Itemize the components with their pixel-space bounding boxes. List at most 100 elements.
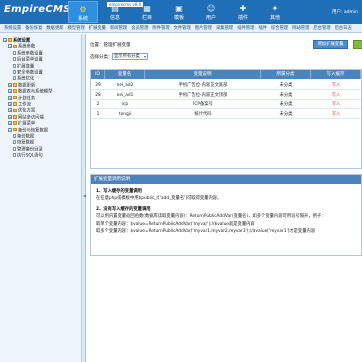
expand-toggle-icon[interactable]: +: [8, 121, 12, 126]
sidebar-item[interactable]: 系统参数设置: [13, 50, 43, 57]
submenu-item[interactable]: 文件管理: [174, 25, 191, 32]
tips-title: 扩展变量调用说明: [91, 175, 361, 184]
collapse-arrow-icon[interactable]: ◀: [83, 193, 86, 198]
tip-text: 取单个变量内容：$value=ReturnPublicAddVar('myvar…: [96, 222, 255, 227]
folder-icon: [13, 127, 17, 132]
sidebar-item[interactable]: 执行SQL语句: [13, 153, 43, 159]
sidebar-item[interactable]: 安全参数设置: [13, 70, 43, 76]
expand-toggle-icon[interactable]: +: [8, 102, 12, 106]
sidebar-item[interactable]: 备份数据: [13, 134, 34, 140]
sidebar-item[interactable]: − 备份与恢复数据: [8, 127, 49, 134]
submenu-item[interactable]: 模型管理: [68, 25, 85, 32]
write-cache-link[interactable]: 写入: [311, 110, 361, 119]
sidebar-item[interactable]: + 网站多访问端: [8, 114, 44, 121]
submenu-item[interactable]: 扩展变量: [89, 25, 106, 32]
sidebar-item[interactable]: + 计划任务: [8, 95, 35, 102]
table-cell: 未分类: [261, 110, 311, 119]
sidebar-item[interactable]: 系统优化: [13, 76, 34, 82]
submenu-item[interactable]: 会员管理: [131, 25, 148, 32]
nav-tab-5[interactable]: ✚ 插件: [228, 1, 258, 23]
table-cell: 统计代码: [145, 110, 261, 119]
folder-icon: [13, 108, 17, 113]
sidebar-item[interactable]: − 系统设置: [3, 38, 30, 44]
other-icon: ✦: [271, 4, 279, 13]
write-cache-link[interactable]: 写入: [311, 91, 361, 100]
expand-toggle-icon[interactable]: +: [8, 82, 12, 87]
sidebar-item-label: 执行SQL语句: [17, 153, 43, 159]
document-icon: [13, 63, 16, 68]
column-header: 变量说明: [145, 70, 261, 79]
sidebar-item-label: 管理备份目录: [17, 147, 43, 153]
nav-tab-3[interactable]: ▣ 模板: [164, 1, 194, 23]
logo: EmpireCMS: [4, 4, 71, 15]
nav-tab-1[interactable]: ▤ 信息: [100, 1, 130, 23]
submenu-item[interactable]: 网站管理: [292, 25, 309, 32]
nav-tab-4[interactable]: ☺ 用户: [196, 1, 226, 23]
sidebar-item[interactable]: + 扩展菜单: [8, 121, 35, 127]
expand-toggle-icon[interactable]: +: [8, 114, 12, 119]
user-icon: ☺: [206, 4, 216, 13]
sidebar: − 系统设置 − 系统参数 系统参数设置 后台菜单设置 扩展变量 安全参数设置 系统优化 + 数据更…: [0, 34, 82, 362]
top-header: EmpireCMS empirecms v8.0 ⚙ 系统 ▤ 信息 ▦ 栏目 ▣ 模板 ☺ 用户…: [0, 0, 362, 24]
sidebar-item[interactable]: + 数据更新: [8, 82, 35, 89]
category-select-label: 选择分类：: [90, 55, 113, 60]
sidebar-toggle[interactable]: [82, 34, 86, 362]
submenu-item[interactable]: 备份恢复: [25, 25, 42, 32]
document-icon: [13, 153, 16, 158]
sidebar-item-label: 系统参数: [18, 44, 36, 50]
nav-tab-0[interactable]: ⚙ 系统: [68, 1, 98, 23]
nav-tab-2[interactable]: ▦ 栏目: [132, 1, 162, 23]
sidebar-item-label: 扩展变量: [17, 64, 35, 70]
variable-table: 1 ID变量名变量说明所属分类写入缓存 29nei_ad2手机广告位-内容正文底部…: [90, 69, 362, 200]
submenu-item[interactable]: 插件: [258, 25, 267, 32]
write-cache-link[interactable]: 写入: [311, 100, 361, 109]
folder-icon: [13, 95, 17, 100]
folder-icon: [13, 44, 17, 49]
submenu-item[interactable]: 插件管理: [237, 25, 254, 32]
submenu-item[interactable]: 综合管理: [271, 25, 288, 32]
submenu-item[interactable]: 图片管理: [195, 25, 212, 32]
expand-toggle-icon[interactable]: +: [8, 89, 12, 94]
expand-toggle-icon[interactable]: +: [8, 108, 12, 113]
submenu-item[interactable]: 系统设置: [4, 25, 21, 32]
sidebar-item[interactable]: + 优化方案: [8, 108, 35, 114]
sidebar-item[interactable]: − 系统参数: [8, 44, 35, 50]
column-header: 所属分类: [261, 70, 311, 79]
folder-icon: [13, 89, 17, 93]
tip-text: 可以用内置变量返回函数(数据库读取变量内容)：ReturnPublicAddVa…: [96, 214, 326, 219]
nav-tab-6[interactable]: ✦ 其他: [260, 1, 290, 23]
submenu-item[interactable]: 附件管理: [152, 25, 169, 32]
expand-toggle-icon[interactable]: −: [8, 44, 12, 49]
submenu-item[interactable]: 数据更新: [46, 25, 63, 32]
info-icon: ▤: [111, 4, 119, 13]
submenu-item[interactable]: 采集管理: [216, 25, 233, 32]
sidebar-item[interactable]: + 数据表与系统模型: [8, 89, 52, 95]
document-icon: [13, 134, 16, 138]
add-variable-button[interactable]: 增加扩展变量: [313, 40, 348, 49]
table-cell: 29: [91, 81, 105, 90]
submenu-item[interactable]: 新闻管理: [110, 25, 127, 32]
user-info[interactable]: 用户: admin: [332, 9, 358, 15]
extra-button[interactable]: [353, 40, 362, 49]
expand-toggle-icon[interactable]: −: [8, 127, 12, 132]
sidebar-item[interactable]: 扩展变量: [13, 63, 35, 70]
submenu-item[interactable]: 后台日志: [335, 25, 352, 32]
expand-toggle-icon[interactable]: −: [3, 38, 7, 42]
table-cell: icp: [105, 100, 145, 109]
table-cell: ICP备案号: [145, 100, 261, 109]
sidebar-item-label: 系统参数设置: [17, 51, 43, 57]
category-select[interactable]: 显示所有分类 ▾: [112, 53, 148, 60]
sidebar-item-label: 备份与恢复数据: [18, 128, 49, 134]
folder-icon: [13, 83, 17, 87]
sidebar-item[interactable]: 管理备份目录: [13, 146, 43, 153]
submenu-item[interactable]: 后台管理: [313, 25, 330, 32]
table-cell: 手机广告位-内容正文顶部: [145, 91, 261, 100]
sidebar-item-label: 恢复数据: [17, 140, 35, 146]
nav-tab-label: 模板: [173, 15, 184, 21]
sidebar-item[interactable]: + 工作流: [8, 102, 31, 108]
sidebar-item[interactable]: 恢复数据: [13, 140, 34, 146]
write-cache-link[interactable]: 写入: [311, 81, 361, 90]
expand-toggle-icon[interactable]: +: [8, 95, 12, 100]
sidebar-item[interactable]: 后台菜单设置: [13, 57, 43, 63]
column-header: 变量名: [105, 70, 145, 79]
